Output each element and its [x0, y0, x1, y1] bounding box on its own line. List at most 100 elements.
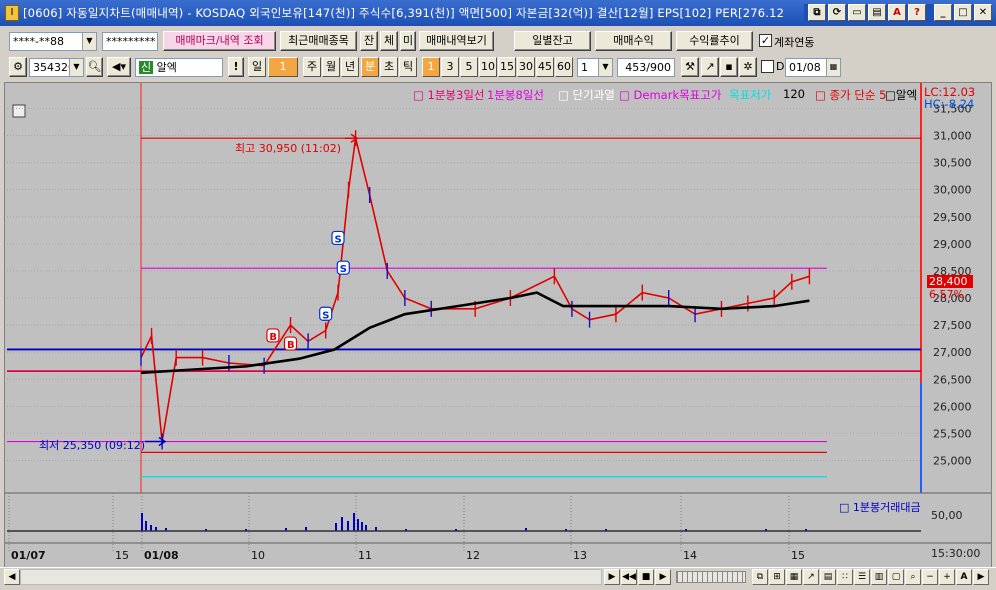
maximize-button[interactable]: □ — [954, 4, 972, 21]
recent-trades-button[interactable]: 최근매매종목 — [280, 31, 357, 51]
chart-area[interactable]: 31,500 31,000 30,500 30,000 29,500 29,000 28,5… — [4, 82, 992, 568]
interval-count-value: 1 — [581, 61, 588, 74]
interval-1-button[interactable]: 1 — [422, 57, 440, 77]
chevron-down-icon[interactable]: ▼ — [598, 59, 612, 76]
config-icon[interactable]: ✲ — [739, 57, 757, 77]
interval-45-button[interactable]: 45 — [536, 57, 554, 77]
stock-name-field[interactable]: 신 알엑 — [135, 58, 223, 77]
scroll-right-icon[interactable]: ▶ — [604, 569, 620, 585]
search-icon[interactable]: 🔍︎ — [86, 57, 103, 77]
high-annotation: 최고 30,950 (11:02) — [235, 142, 342, 155]
settings-icon[interactable]: ⚙ — [9, 57, 27, 77]
x-tick-label: 10 — [251, 549, 265, 562]
interval-count-select[interactable]: 1 ▼ — [577, 58, 613, 77]
x-tick-label: 14 — [683, 549, 697, 562]
alert-button[interactable]: ! — [228, 57, 244, 77]
daily-balance-button[interactable]: 일별잔고 — [514, 31, 591, 51]
data-count-field[interactable]: 453/900 — [617, 58, 675, 77]
close-button[interactable]: ✕ — [974, 4, 992, 21]
zoom-out-icon[interactable]: − — [922, 569, 938, 585]
speed-slider[interactable] — [676, 571, 746, 583]
table-icon[interactable]: ▤ — [820, 569, 836, 585]
trade-mark-query-button[interactable]: 매매마크/내역 조회 — [163, 31, 276, 51]
font-size-icon[interactable]: A — [956, 569, 972, 585]
interval-15-button[interactable]: 15 — [498, 57, 516, 77]
screen-icon[interactable]: ▭ — [848, 4, 866, 21]
account-value: ****-**88 — [13, 35, 64, 48]
chevron-down-icon[interactable]: ▼ — [69, 59, 83, 76]
interval-30-button[interactable]: 30 — [517, 57, 535, 77]
chart-line-icon[interactable]: ↗ — [701, 57, 719, 77]
profit-trend-button[interactable]: 수익률추이 — [676, 31, 753, 51]
print-icon[interactable]: ▤ — [868, 4, 886, 21]
period-tick-button[interactable]: 틱 — [399, 57, 417, 77]
rewind-icon[interactable]: ◀◀ — [621, 569, 637, 585]
interval-10-button[interactable]: 10 — [479, 57, 497, 77]
trend-icon[interactable]: ↗ — [803, 569, 819, 585]
refresh-icon[interactable]: ⟳ — [828, 4, 846, 21]
legend-ma8-text: 1분봉8일선 — [487, 88, 544, 102]
speaker-icon[interactable]: ◀▾ — [107, 57, 131, 77]
trade-profit-button[interactable]: 매매수익 — [595, 31, 672, 51]
minimize-button[interactable]: _ — [934, 4, 952, 21]
scroll-left-icon[interactable]: ◀ — [4, 569, 20, 585]
y-tick-label: 30,500 — [933, 157, 972, 170]
layout-icon[interactable]: ⧉ — [752, 569, 768, 585]
date-input[interactable]: 01/08 ▦ — [785, 58, 841, 77]
password-field[interactable]: ********* — [102, 32, 158, 51]
interval-60-button[interactable]: 60 — [555, 57, 573, 77]
unexecuted-button[interactable]: 미 — [400, 31, 416, 51]
account-toolbar: ****-**88 ▼ ********* 매매마크/내역 조회 최근매매종목 … — [0, 29, 996, 53]
tile-icon[interactable]: ▥ — [871, 569, 887, 585]
period-year-button[interactable]: 년 — [341, 57, 359, 77]
interval-3-button[interactable]: 3 — [441, 57, 459, 77]
period-week-button[interactable]: 주 — [303, 57, 321, 77]
sell-marker-label: S — [322, 310, 329, 321]
scroll-track[interactable] — [20, 569, 602, 585]
help-icon[interactable]: ? — [908, 4, 926, 21]
buy-marker-label: B — [269, 332, 277, 343]
executed-button[interactable]: 체 — [380, 31, 398, 51]
data-count-value: 453 — [625, 61, 647, 74]
date-checkbox[interactable] — [761, 60, 774, 73]
stock-code-input[interactable]: 354320 ▼ — [29, 58, 84, 77]
buy-marker-label: B — [287, 340, 295, 351]
frame-icon[interactable]: ▢ — [888, 569, 904, 585]
grid-icon[interactable]: ▦ — [786, 569, 802, 585]
period-month-button[interactable]: 월 — [322, 57, 340, 77]
split-icon[interactable]: ⊞ — [769, 569, 785, 585]
calendar-icon[interactable]: ▦ — [826, 59, 840, 76]
tools-icon[interactable]: ⚒ — [681, 57, 699, 77]
period-minute-button[interactable]: 분 — [361, 57, 379, 77]
account-select[interactable]: ****-**88 ▼ — [9, 32, 97, 51]
balance-button[interactable]: 잔 — [360, 31, 378, 51]
period-day-count[interactable]: 1 — [268, 57, 298, 77]
current-pct-label: 6.57% — [929, 288, 964, 301]
dots-icon[interactable]: ∷ — [837, 569, 853, 585]
x-tick-label: 15 — [791, 549, 805, 562]
save-icon[interactable]: ▪ — [720, 57, 738, 77]
period-second-button[interactable]: 초 — [380, 57, 398, 77]
scroll-end-icon[interactable]: ▶ — [973, 569, 989, 585]
forward-icon[interactable]: ▶ — [655, 569, 671, 585]
stop-icon[interactable]: ■ — [638, 569, 654, 585]
time-axis-label: 15:30:00 — [931, 547, 981, 560]
zoom-icon[interactable]: ⌕ — [905, 569, 921, 585]
chevron-down-icon[interactable]: ▼ — [82, 33, 96, 50]
font-icon[interactable]: A — [888, 4, 906, 21]
legend-overheat-text: 단기과열 — [572, 88, 615, 102]
trade-history-view-button[interactable]: 매매내역보기 — [419, 31, 494, 51]
legend-overheat: □ 단기과열 — [558, 88, 615, 102]
interval-5-button[interactable]: 5 — [460, 57, 478, 77]
y-tick-label: 25,500 — [933, 427, 972, 440]
window-link-icon[interactable]: ⧉ — [808, 4, 826, 21]
period-day-button[interactable]: 일 — [248, 57, 266, 77]
account-link-checkbox[interactable]: ✓ — [759, 34, 772, 47]
zoom-in-icon[interactable]: + — [939, 569, 955, 585]
volume-bar — [335, 523, 337, 531]
volume-bar — [150, 525, 152, 531]
stock-name-value: 알엑 — [156, 61, 177, 74]
list-icon[interactable]: ☰ — [854, 569, 870, 585]
price-chart-svg[interactable]: 31,50031,00030,50030,00029,50029,00028,5… — [5, 83, 991, 567]
volume-bar — [365, 525, 367, 531]
